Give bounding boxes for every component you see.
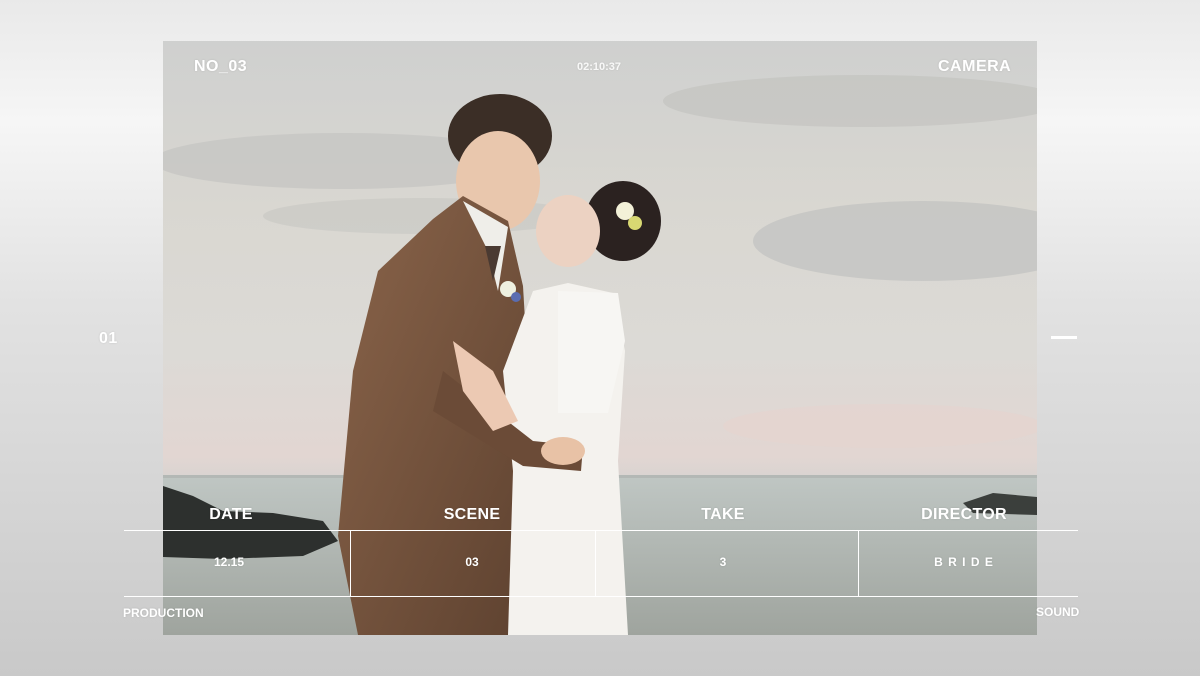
slate-bottom-line — [124, 596, 1078, 597]
slate-value-date: 12.15 — [213, 555, 245, 569]
slate-value-director: B R I D E — [934, 555, 994, 569]
slate-header-take: TAKE — [701, 506, 745, 523]
camera-label: CAMERA — [938, 58, 1012, 75]
sound-label: SOUND — [1036, 605, 1080, 619]
side-index: 01 — [99, 330, 118, 347]
slate-header-director: DIRECTOR — [921, 506, 1007, 523]
slate-header-scene: SCENE — [443, 506, 501, 523]
wedding-photo-illustration — [163, 75, 1037, 635]
slate-header-date: DATE — [209, 506, 253, 523]
slate-value-take: 3 — [719, 555, 727, 569]
slate-divider-1 — [350, 530, 351, 596]
slate-divider-2 — [595, 530, 596, 596]
slate-divider-3 — [858, 530, 859, 596]
side-dash — [1051, 336, 1077, 339]
slate-value-scene: 03 — [465, 555, 479, 569]
production-label: PRODUCTION — [123, 606, 204, 620]
timecode: 02:10:37 — [577, 61, 622, 73]
slate-top-line — [124, 530, 1078, 531]
wedding-photo — [163, 41, 1037, 635]
frame-number: NO_03 — [194, 58, 248, 75]
